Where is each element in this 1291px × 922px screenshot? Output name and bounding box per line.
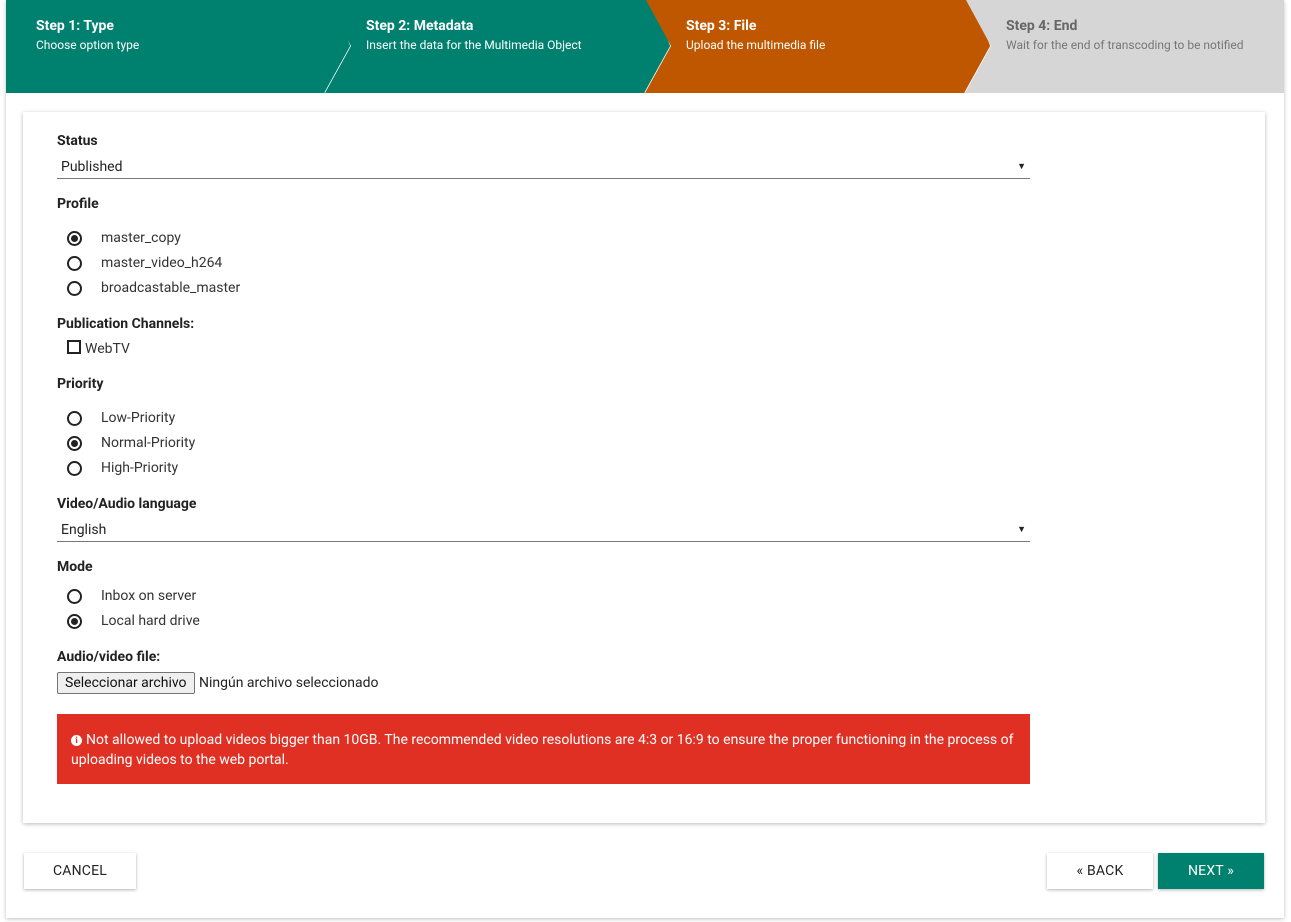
- step-1-subtitle: Choose option type: [36, 38, 140, 52]
- upload-limit-alert: i Not allowed to upload videos bigger tha…: [57, 714, 1030, 784]
- step-4-subtitle: Wait for the end of transcoding to be no…: [1006, 38, 1244, 52]
- radio-unselected-icon[interactable]: [67, 256, 82, 271]
- profile-option-label: broadcastable_master: [101, 280, 241, 296]
- step-3-subtitle: Upload the multimedia file: [686, 38, 826, 52]
- wizard-step-3[interactable]: Step 3: File Upload the multimedia file: [645, 0, 991, 93]
- status-value: Published: [61, 159, 123, 175]
- channels-label: Publication Channels:: [57, 316, 195, 332]
- radio-unselected-icon[interactable]: [67, 281, 82, 296]
- upload-form-card: Status Published ▼ Profile master_copy m…: [23, 112, 1265, 823]
- mode-option-label: Inbox on server: [101, 588, 197, 604]
- step-2-title: Step 2: Metadata: [366, 18, 474, 34]
- info-icon: i: [71, 735, 82, 746]
- wizard-step-1[interactable]: Step 1: Type Choose option type: [6, 0, 351, 93]
- choose-file-button[interactable]: Seleccionar archivo: [57, 672, 195, 694]
- wizard-step-2[interactable]: Step 2: Metadata Insert the data for the…: [325, 0, 671, 93]
- file-status-text: Ningún archivo seleccionado: [199, 675, 379, 691]
- language-value: English: [61, 522, 107, 538]
- mode-label: Mode: [57, 559, 93, 575]
- step-2-subtitle: Insert the data for the Multimedia Objec…: [366, 38, 582, 52]
- back-button[interactable]: « BACK: [1047, 853, 1153, 889]
- priority-option-label: Low-Priority: [101, 410, 176, 426]
- checkbox-unchecked-icon[interactable]: [67, 340, 81, 354]
- channel-webtv-label: WebTV: [85, 341, 130, 357]
- step-1-title: Step 1: Type: [36, 18, 114, 34]
- radio-unselected-icon[interactable]: [67, 411, 82, 426]
- profile-option-label: master_video_h264: [101, 255, 223, 271]
- radio-unselected-icon[interactable]: [67, 589, 82, 604]
- alert-text: Not allowed to upload videos bigger than…: [71, 732, 1014, 768]
- dropdown-caret-icon: ▼: [1017, 525, 1026, 535]
- profile-label: Profile: [57, 196, 99, 212]
- wizard-step-4[interactable]: Step 4: End Wait for the end of transcod…: [965, 0, 1284, 93]
- language-label: Video/Audio language: [57, 496, 197, 512]
- radio-selected-icon[interactable]: [67, 231, 82, 246]
- priority-option-label: Normal-Priority: [101, 435, 196, 451]
- radio-unselected-icon[interactable]: [67, 461, 82, 476]
- cancel-button[interactable]: CANCEL: [24, 853, 136, 889]
- status-select[interactable]: Published ▼: [57, 153, 1030, 179]
- radio-selected-icon[interactable]: [67, 436, 82, 451]
- priority-label: Priority: [57, 376, 104, 392]
- step-3-title: Step 3: File: [686, 18, 757, 34]
- next-button[interactable]: NEXT »: [1158, 853, 1264, 889]
- step-4-title: Step 4: End: [1006, 18, 1078, 34]
- language-select[interactable]: English ▼: [57, 516, 1030, 542]
- status-label: Status: [57, 133, 98, 149]
- profile-option-label: master_copy: [101, 230, 181, 246]
- dropdown-caret-icon: ▼: [1017, 162, 1026, 172]
- radio-selected-icon[interactable]: [67, 614, 82, 629]
- mode-option-label: Local hard drive: [101, 613, 200, 629]
- file-label: Audio/video file:: [57, 649, 161, 665]
- priority-option-label: High-Priority: [101, 460, 179, 476]
- wizard-steps: Step 1: Type Choose option type Step 2: …: [6, 0, 1284, 93]
